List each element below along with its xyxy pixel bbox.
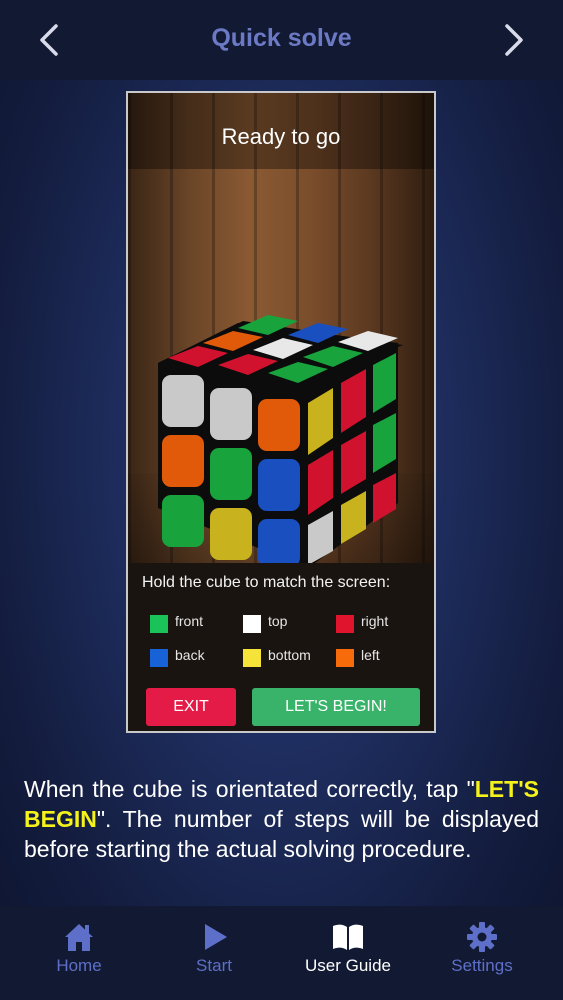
tab-settings[interactable]: Settings — [412, 906, 552, 1000]
top-color-swatch — [243, 615, 261, 633]
description-part-1: When the cube is orientated correctly, t… — [24, 776, 475, 802]
legend-right: right — [361, 613, 389, 629]
tab-start[interactable]: Start — [144, 906, 284, 1000]
tab-home-label: Home — [56, 956, 102, 975]
forward-button[interactable] — [493, 20, 533, 60]
page-title: Quick solve — [211, 24, 352, 52]
home-icon — [65, 924, 93, 951]
legend-left: left — [361, 647, 380, 663]
legend-back: back — [175, 647, 205, 663]
play-icon — [205, 924, 227, 950]
right-color-swatch — [336, 615, 354, 633]
tab-user-guide[interactable]: User Guide — [278, 906, 418, 1000]
tab-user-guide-label: User Guide — [305, 956, 391, 975]
left-color-swatch — [336, 649, 354, 667]
tab-bar: Home Start User Guide Settings — [0, 906, 563, 1000]
bottom-color-swatch — [243, 649, 261, 667]
legend-bottom: bottom — [268, 647, 311, 663]
description-text: When the cube is orientated correctly, t… — [24, 774, 539, 864]
header-bar: Quick solve — [0, 0, 563, 80]
gear-icon — [467, 922, 497, 952]
front-color-swatch — [150, 615, 168, 633]
description-part-2: ". The number of steps will be displayed… — [24, 806, 539, 862]
preview-heading: Ready to go — [221, 124, 341, 149]
exit-button[interactable]: EXIT — [146, 688, 236, 726]
tab-settings-label: Settings — [451, 956, 513, 975]
legend-top: top — [268, 613, 288, 629]
hold-instruction: Hold the cube to match the screen: — [142, 574, 391, 591]
chevron-right-icon — [505, 24, 523, 56]
back-color-swatch — [150, 649, 168, 667]
tab-home[interactable]: Home — [9, 906, 149, 1000]
legend-front: front — [175, 613, 204, 629]
screen-preview: Ready to go Hold the cube to match the s… — [126, 91, 436, 733]
book-icon — [333, 924, 363, 950]
lets-begin-button[interactable]: LET'S BEGIN! — [252, 688, 420, 726]
tab-start-label: Start — [196, 956, 232, 975]
cube-illustration — [158, 315, 403, 568]
